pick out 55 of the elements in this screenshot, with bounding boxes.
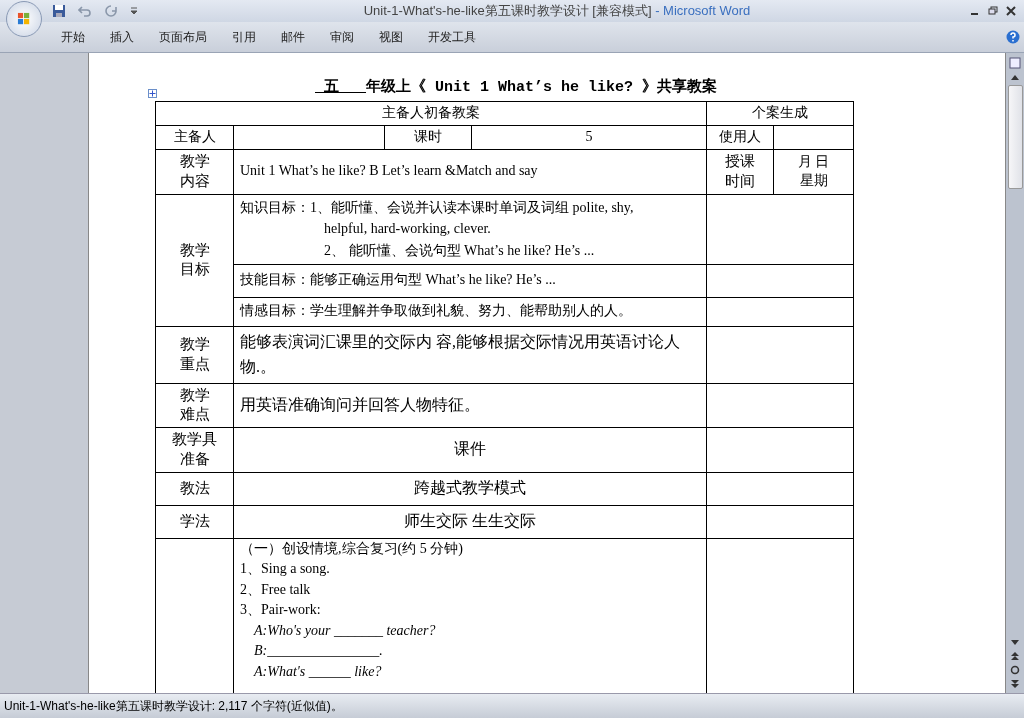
table-cell: 教学难点 [155,383,234,428]
window-title: Unit-1-What's-he-like第五课时教学设计 [兼容模式] - Microsoft Word [362,2,752,20]
ribbon-tab[interactable]: 开始 [52,25,94,49]
browse-object-icon[interactable] [1010,665,1020,675]
table-cell: 用英语准确询问并回答人物特征。 [233,383,707,428]
lesson-step-text: A:Who's your _______ teacher? [254,622,436,638]
lesson-step-text: A:What's ______ like? [254,663,382,679]
help-icon[interactable] [1006,30,1020,44]
table-cell: 师生交际 生生交际 [233,505,707,539]
ruler-toggle-icon[interactable] [1009,57,1021,69]
ribbon-tab[interactable]: 开发工具 [419,25,485,49]
ribbon-tab[interactable]: 引用 [223,25,265,49]
table-cell: 个案生成 [706,101,854,126]
lesson-step-text: 1、Sing a song. [240,561,330,577]
ribbon-tab[interactable]: 页面布局 [150,25,216,49]
table-cell: 教学具准备 [155,427,234,473]
office-button[interactable] [6,1,42,37]
table-cell: 教学重点 [155,326,234,384]
table-cell: 技能目标：能够正确运用句型 What’s he like? He’s ... [233,264,707,298]
scroll-up-icon[interactable] [1010,73,1020,81]
close-icon[interactable] [1006,6,1016,16]
next-page-icon[interactable] [1010,679,1020,689]
save-icon[interactable] [52,4,66,18]
table-cell: 课件 [233,427,707,473]
table-cell: 跨越式教学模式 [233,472,707,506]
table-cell: 教学内容 [155,149,234,195]
table-cell: 课时 [384,125,472,150]
table-cell: 知识目标：1、能听懂、会说并认读本课时单词及词组 polite, shy, helpful, hard-working, clever. 2、 能听懂、会说句型 What’s he like? He’s ... [233,194,707,265]
document-title: 五 年级上《 Unit 1 What’s he like? 》共享教案 [323,77,718,98]
table-cell: 授课时间 [706,149,774,195]
ribbon-tab[interactable]: 邮件 [272,25,314,49]
lesson-step-text: （一）创设情境,综合复习(约 5 分钟) [240,540,463,556]
table-cell: 能够表演词汇课里的交际内 容,能够根据交际情况用英语讨论人物.。 [233,326,707,384]
table-cell: 学法 [155,505,234,539]
table-cell: 月 日 星期 [773,149,854,195]
ribbon-tab[interactable]: 视图 [370,25,412,49]
table-cell: 使用人 [706,125,774,150]
ribbon-tab[interactable]: 审阅 [321,25,363,49]
restore-icon[interactable] [988,6,998,16]
scroll-down-icon[interactable] [1010,639,1020,647]
table-cell: 5 [471,125,707,150]
lesson-step-text: 2、Free talk [240,581,311,597]
lesson-step-text: 3、Pair-work: [240,602,321,618]
previous-page-icon[interactable] [1010,651,1020,661]
table-cell: 情感目标：学生理解并争取做到礼貌、努力、能帮助别人的人。 [233,297,707,327]
ribbon-tab[interactable]: 插入 [101,25,143,49]
table-cell: 教学目标 [155,194,234,327]
table-cell: Unit 1 What’s he like? B Let’s learn &Match and say [233,149,707,195]
customize-menu-icon[interactable] [130,6,138,16]
table-cell: 主备人 [155,125,234,150]
table-move-handle-icon[interactable] [148,89,157,98]
table-cell: 教法 [155,472,234,506]
scrollbar-thumb[interactable] [1007,85,1023,189]
lesson-step-text: B:________________. [254,643,383,659]
status-text: Unit-1-What's-he-like第五课时教学设计: 2,117 个字符(近似值)。 [4,697,343,715]
